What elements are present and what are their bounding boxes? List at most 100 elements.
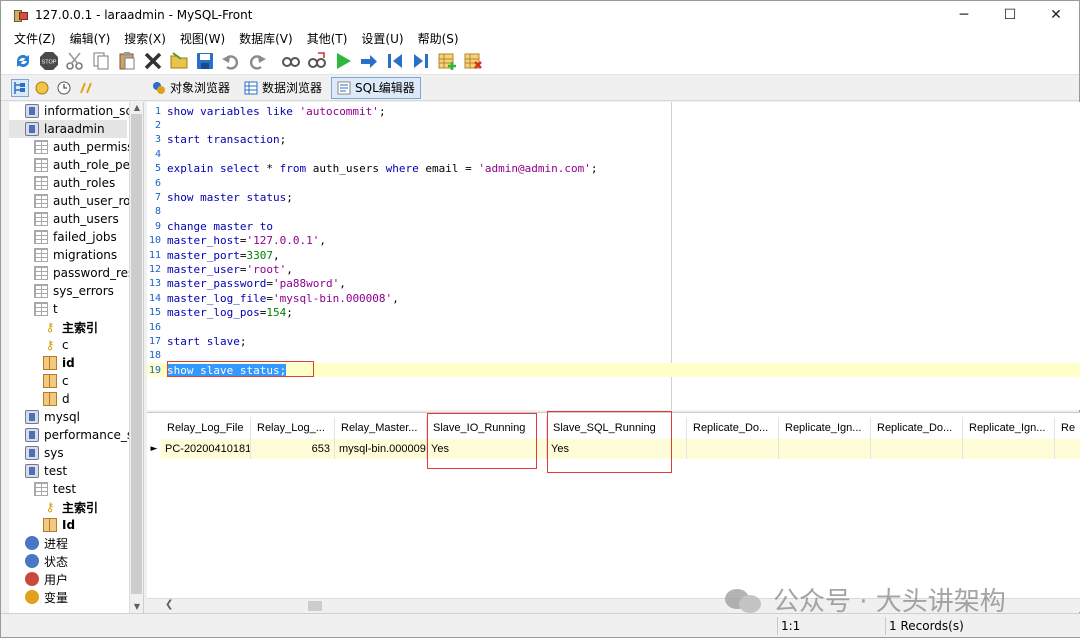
- favorites-icon[interactable]: [33, 79, 51, 97]
- minimize-button[interactable]: ─: [941, 1, 987, 29]
- column-header[interactable]: Re: [1055, 417, 1080, 439]
- cut-icon[interactable]: [63, 49, 87, 73]
- close-button[interactable]: ✕: [1033, 1, 1079, 29]
- tree-node[interactable]: id: [43, 354, 75, 372]
- code-line[interactable]: 2: [147, 118, 671, 132]
- column-header[interactable]: Replicate_Do...: [871, 417, 963, 439]
- tree-node[interactable]: test: [25, 462, 67, 480]
- open-folder-icon[interactable]: [167, 49, 191, 73]
- stop-icon[interactable]: STOP: [37, 49, 61, 73]
- scroll-up-icon[interactable]: ▲: [130, 102, 143, 114]
- code-line[interactable]: 7 show master status;: [147, 190, 671, 204]
- insert-record-icon[interactable]: [435, 49, 459, 73]
- table-cell[interactable]: PC-20200410181: [161, 439, 251, 459]
- delete-icon[interactable]: [141, 49, 165, 73]
- code-line[interactable]: 15 master_log_pos = 154;: [147, 306, 671, 320]
- tree-node[interactable]: 用户: [25, 570, 68, 588]
- menu-help[interactable]: 帮助(S): [411, 30, 466, 47]
- tree-node[interactable]: test: [34, 480, 76, 498]
- last-icon[interactable]: [409, 49, 433, 73]
- tree-node[interactable]: c: [43, 372, 69, 390]
- column-header[interactable]: Relay_Log_File: [161, 417, 251, 439]
- code-line[interactable]: 10 master_host = '127.0.0.1',: [147, 234, 671, 248]
- tree-node[interactable]: migrations: [34, 246, 117, 264]
- code-line[interactable]: 6: [147, 176, 671, 190]
- tree-node[interactable]: password_resets: [34, 264, 143, 282]
- maximize-button[interactable]: ☐: [987, 1, 1033, 29]
- tree-node[interactable]: laraadmin: [9, 120, 127, 138]
- run-icon[interactable]: [331, 49, 355, 73]
- table-cell[interactable]: mysql-bin.000009: [335, 439, 427, 459]
- tree-node[interactable]: 状态: [25, 552, 68, 570]
- menu-search[interactable]: 搜索(X): [117, 30, 173, 47]
- column-header[interactable]: Relay_Log_...: [251, 417, 335, 439]
- code-line[interactable]: 1 show variables like 'autocommit';: [147, 104, 671, 118]
- tree-node[interactable]: auth_permissions: [34, 138, 143, 156]
- tree-node[interactable]: sys: [25, 444, 64, 462]
- history-icon[interactable]: [55, 79, 73, 97]
- table-cell[interactable]: 653: [251, 439, 335, 459]
- tree-node[interactable]: d: [43, 390, 70, 408]
- code-line[interactable]: 12 master_user ='root',: [147, 262, 671, 276]
- column-header[interactable]: Replicate_Ign...: [963, 417, 1055, 439]
- undo-icon[interactable]: [219, 49, 243, 73]
- code-line[interactable]: 3 start transaction;: [147, 133, 671, 147]
- code-line[interactable]: 13 master_password ='pa88word',: [147, 277, 671, 291]
- code-line[interactable]: 14 master_log_file ='mysql-bin.000008',: [147, 291, 671, 305]
- scroll-left-icon[interactable]: ❮: [165, 599, 173, 610]
- menu-edit[interactable]: 编辑(Y): [63, 30, 118, 47]
- menu-settings[interactable]: 设置(U): [354, 30, 410, 47]
- tab-object-browser[interactable]: 对象浏览器: [147, 77, 235, 99]
- redo-icon[interactable]: [245, 49, 269, 73]
- delete-record-icon[interactable]: [461, 49, 485, 73]
- copy-icon[interactable]: [89, 49, 113, 73]
- first-icon[interactable]: [383, 49, 407, 73]
- tree-scroll-thumb[interactable]: [131, 114, 142, 594]
- tree-node[interactable]: performance_schema: [25, 426, 143, 444]
- snippets-icon[interactable]: [77, 79, 95, 97]
- save-icon[interactable]: [193, 49, 217, 73]
- tree-node[interactable]: information_schema: [25, 102, 143, 120]
- code-line[interactable]: 4: [147, 147, 671, 161]
- tab-sql-editor[interactable]: SQL编辑器: [331, 76, 421, 99]
- tree-node[interactable]: Id: [43, 516, 75, 534]
- tree-node[interactable]: ⚷ c: [43, 336, 69, 354]
- table-cell[interactable]: [1055, 439, 1080, 459]
- table-cell[interactable]: [871, 439, 963, 459]
- table-cell[interactable]: [779, 439, 871, 459]
- tree-node[interactable]: auth_user_roles: [34, 192, 143, 210]
- search-icon[interactable]: [279, 49, 303, 73]
- column-header[interactable]: Replicate_Ign...: [779, 417, 871, 439]
- code-line[interactable]: 11 master_port = 3307,: [147, 248, 671, 262]
- column-header[interactable]: Relay_Master...: [335, 417, 427, 439]
- paste-icon[interactable]: [115, 49, 139, 73]
- table-cell[interactable]: [963, 439, 1055, 459]
- tree-node[interactable]: mysql: [25, 408, 80, 426]
- run-step-icon[interactable]: [357, 49, 381, 73]
- grid-scroll-thumb[interactable]: [308, 601, 322, 611]
- menu-file[interactable]: 文件(Z): [7, 30, 63, 47]
- code-line[interactable]: 9 change master to: [147, 219, 671, 233]
- refresh-icon[interactable]: [11, 49, 35, 73]
- tree-node[interactable]: auth_roles: [34, 174, 115, 192]
- code-line[interactable]: 17 start slave;: [147, 334, 671, 348]
- tree-node[interactable]: 进程: [25, 534, 68, 552]
- code-line[interactable]: 8: [147, 205, 671, 219]
- tree-scrollbar[interactable]: ▲ ▼: [129, 102, 143, 613]
- menu-other[interactable]: 其他(T): [300, 30, 355, 47]
- tree-node[interactable]: ⚷ 主索引: [43, 498, 98, 516]
- scroll-down-icon[interactable]: ▼: [130, 601, 143, 613]
- column-header[interactable]: Replicate_Do...: [687, 417, 779, 439]
- replace-icon[interactable]: [305, 49, 329, 73]
- tree-node[interactable]: t: [34, 300, 58, 318]
- tree-view-icon[interactable]: [11, 78, 29, 97]
- tree-node[interactable]: auth_users: [34, 210, 119, 228]
- menu-database[interactable]: 数据库(V): [232, 30, 300, 47]
- tree-node[interactable]: ⚷ 主索引: [43, 318, 98, 336]
- table-cell[interactable]: [687, 439, 779, 459]
- tree-node[interactable]: auth_role_permissions: [34, 156, 143, 174]
- tree-node[interactable]: 变量: [25, 588, 68, 606]
- tab-data-browser[interactable]: 数据浏览器: [239, 77, 327, 99]
- tree-node[interactable]: sys_errors: [34, 282, 114, 300]
- code-line[interactable]: 5 explain select * from auth_users where …: [147, 162, 671, 176]
